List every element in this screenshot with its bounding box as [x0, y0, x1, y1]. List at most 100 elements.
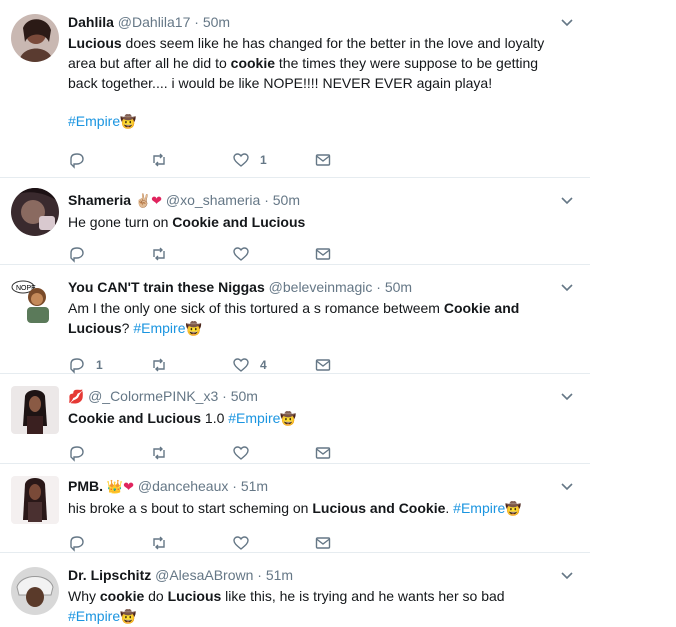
like-button[interactable]: 4: [232, 356, 314, 374]
timestamp[interactable]: 50m: [203, 14, 230, 30]
separator-dot: ·: [264, 192, 269, 208]
reply-button[interactable]: [68, 534, 150, 552]
reply-button[interactable]: [68, 444, 150, 462]
victory-hand-emoji-icon: ✌🏼: [134, 193, 152, 208]
tweet[interactable]: 💋 @_ColormePINK_x3 · 50m Cookie and Luci…: [0, 374, 590, 464]
hashtag-link[interactable]: #Empire: [68, 608, 120, 624]
keyword: Lucious: [167, 588, 222, 604]
chevron-down-icon[interactable]: [560, 480, 574, 494]
retweet-button[interactable]: [150, 356, 232, 374]
direct-message-button[interactable]: [314, 534, 396, 552]
handle[interactable]: @beleveinmagic: [269, 279, 373, 295]
chevron-down-icon[interactable]: [560, 390, 574, 404]
hashtag-link[interactable]: #Empire: [68, 113, 120, 129]
like-count: 1: [260, 153, 267, 167]
heart-emoji-icon: ❤: [151, 193, 163, 208]
avatar[interactable]: [11, 14, 59, 62]
chevron-down-icon[interactable]: [560, 16, 574, 30]
envelope-icon: [315, 248, 331, 260]
tweet-content: 💋 @_ColormePINK_x3 · 50m Cookie and Luci…: [68, 386, 560, 469]
keyword: Cookie and Lucious: [68, 410, 202, 426]
text-segment: do: [144, 588, 168, 604]
direct-message-button[interactable]: [314, 444, 396, 462]
tweet-text: Lucious does seem like he has changed fo…: [68, 33, 560, 93]
display-name[interactable]: Shameria: [68, 192, 131, 208]
keyword: Cookie and Lucious: [172, 214, 306, 230]
cowboy-emoji-icon: 🤠: [505, 501, 522, 516]
envelope-icon: [315, 447, 331, 459]
tweet[interactable]: Dr. Lipschitz @AlesaABrown · 51m Why coo…: [0, 553, 590, 624]
direct-message-button[interactable]: [314, 151, 396, 169]
handle[interactable]: @_ColormePINK_x3: [88, 388, 218, 404]
hashtag-link[interactable]: #Empire: [133, 320, 185, 336]
direct-message-button[interactable]: [314, 245, 396, 263]
like-button[interactable]: [232, 534, 314, 552]
tweet[interactable]: PMB. 👑❤ @danceheaux · 51m his broke a s …: [0, 464, 590, 553]
like-button[interactable]: [232, 444, 314, 462]
text-segment: his broke a s bout to start scheming on: [68, 500, 313, 516]
text-segment: He gone turn on: [68, 214, 173, 230]
chevron-down-icon[interactable]: [560, 281, 574, 295]
tweet-feed: Dahlila @Dahlila17 · 50m Lucious does se…: [0, 0, 590, 624]
handle[interactable]: @AlesaABrown: [155, 567, 253, 583]
retweet-button[interactable]: [150, 444, 232, 462]
avatar[interactable]: [11, 476, 59, 524]
text-segment: ?: [121, 320, 134, 336]
envelope-icon: [315, 359, 331, 371]
tweet-header: 💋 @_ColormePINK_x3 · 50m: [68, 386, 560, 407]
reply-button[interactable]: [68, 245, 150, 263]
heart-icon: [233, 536, 249, 550]
separator-dot: ·: [194, 14, 199, 30]
reply-icon: [70, 247, 84, 263]
text-segment: like this, he is trying and he wants her…: [221, 588, 505, 604]
like-button[interactable]: 1: [232, 151, 314, 169]
envelope-icon: [315, 537, 331, 549]
tweet-header: You CAN'T train these Niggas @beleveinma…: [68, 277, 560, 297]
hashtag-link[interactable]: #Empire: [453, 500, 505, 516]
display-name[interactable]: Dahlila: [68, 14, 114, 30]
tweet-hashtag-line: #Empire🤠: [68, 111, 560, 132]
retweet-icon: [153, 358, 165, 372]
reply-icon: [70, 153, 84, 169]
heart-icon: [233, 358, 249, 372]
display-name[interactable]: You CAN'T train these Niggas: [68, 279, 265, 295]
direct-message-button[interactable]: [314, 356, 396, 374]
tweet-text: Cookie and Lucious 1.0 #Empire🤠: [68, 408, 560, 429]
display-name[interactable]: Dr. Lipschitz: [68, 567, 151, 583]
tweet[interactable]: NOPE You CAN'T train these Niggas @belev…: [0, 265, 590, 374]
retweet-button[interactable]: [150, 151, 232, 169]
like-button[interactable]: [232, 245, 314, 263]
separator-dot: ·: [376, 279, 381, 295]
hashtag-link[interactable]: #Empire: [228, 410, 280, 426]
retweet-button[interactable]: [150, 534, 232, 552]
timestamp[interactable]: 51m: [266, 567, 293, 583]
reply-button[interactable]: [68, 151, 150, 169]
reply-button[interactable]: 1: [68, 356, 150, 374]
keyword: Lucious and Cookie: [312, 500, 446, 516]
tweet[interactable]: Shameria ✌🏼❤ @xo_shameria · 50m He gone …: [0, 178, 590, 265]
kiss-lips-emoji-icon: 💋: [68, 389, 85, 404]
timestamp[interactable]: 50m: [231, 388, 258, 404]
handle[interactable]: @xo_shameria: [166, 192, 260, 208]
chevron-down-icon[interactable]: [560, 194, 574, 208]
heart-icon: [233, 446, 249, 460]
timestamp[interactable]: 50m: [273, 192, 300, 208]
avatar[interactable]: [11, 188, 59, 236]
tweet[interactable]: Dahlila @Dahlila17 · 50m Lucious does se…: [0, 0, 590, 178]
avatar[interactable]: [11, 386, 59, 434]
timestamp[interactable]: 51m: [241, 478, 268, 494]
heart-emoji-icon: ❤: [123, 479, 134, 494]
handle[interactable]: @Dahlila17: [118, 14, 191, 30]
tweet-header: PMB. 👑❤ @danceheaux · 51m: [68, 476, 560, 497]
handle[interactable]: @danceheaux: [138, 478, 229, 494]
retweet-icon: [153, 536, 165, 550]
tweet-text: Am I the only one sick of this tortured …: [68, 298, 560, 339]
display-name[interactable]: PMB.: [68, 478, 103, 494]
timestamp[interactable]: 50m: [385, 279, 412, 295]
avatar[interactable]: [11, 567, 59, 615]
separator-dot: ·: [232, 478, 237, 494]
chevron-down-icon[interactable]: [560, 569, 574, 583]
retweet-button[interactable]: [150, 245, 232, 263]
reply-count: 1: [96, 358, 103, 372]
avatar[interactable]: NOPE: [11, 277, 59, 325]
